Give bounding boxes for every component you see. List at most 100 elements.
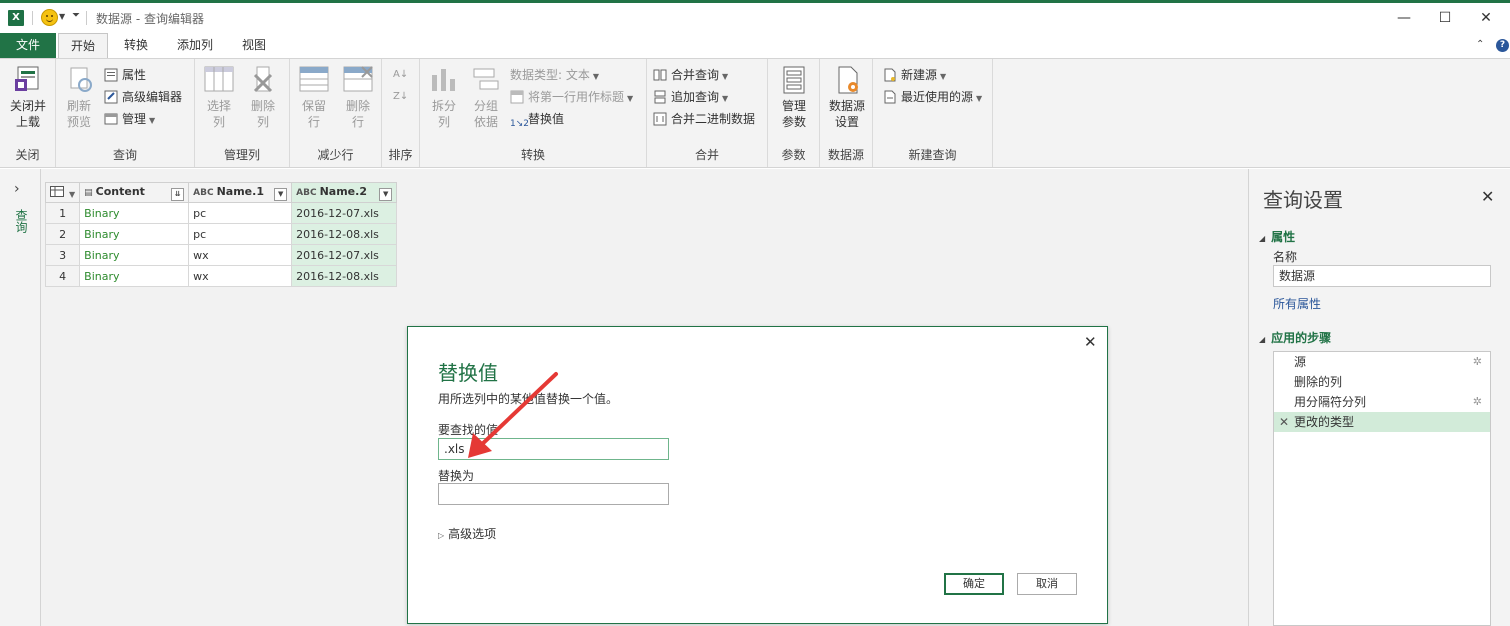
applied-steps-section-header[interactable]: 应用的步骤 — [1259, 329, 1331, 346]
dialog-description: 用所选列中的某他值替换一个值。 — [438, 392, 619, 406]
keep-rows-icon — [298, 65, 330, 95]
combine-binaries-button[interactable]: 合并二进制数据 — [653, 109, 755, 129]
advanced-options-toggle[interactable]: 高级选项 — [438, 525, 496, 542]
filter-dropdown-icon[interactable]: ▼ — [274, 187, 288, 201]
use-first-row-as-headers-button[interactable]: 将第一行用作标题 ▼ — [510, 87, 633, 107]
table-cell[interactable]: Binary — [79, 202, 190, 224]
recent-sources-button[interactable]: 最近使用的源 ▼ — [883, 87, 982, 107]
table-cell[interactable]: wx — [188, 244, 293, 266]
find-value-input[interactable]: .xls — [438, 438, 669, 460]
tab-view[interactable]: 视图 — [232, 33, 276, 58]
data-type-dropdown[interactable]: 数据类型: 文本 ▼ — [510, 65, 599, 85]
table-cell[interactable]: 2016-12-07.xls — [291, 244, 398, 266]
table-cell[interactable]: Binary — [79, 244, 190, 266]
gear-icon[interactable]: ✲ — [1473, 392, 1482, 412]
list-item[interactable]: 源 ✲ — [1274, 352, 1490, 372]
group-sort: A↓ Z↓ 排序 — [382, 59, 420, 167]
new-source-button[interactable]: 新建源 ▼ — [883, 65, 946, 85]
close-dialog-icon[interactable]: ✕ — [1084, 333, 1097, 351]
table-corner-menu[interactable]: ▼ — [44, 182, 81, 203]
column-header-content[interactable]: ▤ Content ⇊ — [79, 182, 190, 203]
smiley-dropdown-icon[interactable]: ▼ — [59, 12, 65, 21]
manage-parameters-button[interactable]: 管理 参数 — [772, 65, 816, 130]
expand-queries-icon[interactable]: › — [14, 181, 20, 197]
text-type-icon: ABC — [296, 187, 317, 198]
list-item[interactable]: ✕ 更改的类型 — [1274, 412, 1490, 432]
new-source-icon — [883, 68, 897, 82]
properties-section-header[interactable]: 属性 — [1259, 228, 1295, 245]
expand-binary-icon[interactable]: ⇊ — [171, 187, 185, 201]
group-by-button[interactable]: 分组 依据 — [466, 65, 506, 130]
close-window-button[interactable]: ✕ — [1466, 7, 1506, 29]
append-queries-button[interactable]: 追加查询 ▼ — [653, 87, 728, 107]
applied-steps-list: 源 ✲ 删除的列 用分隔符分列 ✲ ✕ 更改的类型 — [1273, 351, 1491, 626]
help-icon[interactable]: ? — [1496, 39, 1509, 52]
excel-logo-icon: X — [8, 10, 24, 26]
ok-button[interactable]: 确定 — [944, 573, 1004, 595]
column-header-name1[interactable]: ABC Name.1 ▼ — [188, 182, 293, 203]
text-type-icon: ABC — [193, 187, 214, 198]
tab-transform[interactable]: 转换 — [113, 33, 159, 58]
table-cell[interactable]: pc — [188, 223, 293, 245]
gear-icon[interactable]: ✲ — [1473, 352, 1482, 372]
group-query: 刷新 预览 属性 高级编辑器 管理 ▼ 查询 — [56, 59, 195, 167]
list-item[interactable]: 用分隔符分列 ✲ — [1274, 392, 1490, 412]
tab-home[interactable]: 开始 — [58, 33, 108, 59]
list-item[interactable]: 删除的列 — [1274, 372, 1490, 392]
remove-rows-button[interactable]: 删除 行 — [338, 65, 378, 130]
close-and-load-button[interactable]: 关闭并 上载 — [6, 65, 50, 130]
manage-button[interactable]: 管理 ▼ — [104, 109, 155, 129]
window-title: 数据源 - 查询编辑器 — [96, 12, 204, 26]
keep-rows-button[interactable]: 保留 行 — [294, 65, 334, 130]
sort-ascending-icon[interactable]: A↓ — [393, 65, 408, 85]
choose-columns-button[interactable]: 选择 列 — [199, 65, 239, 130]
table-cell[interactable]: 2016-12-07.xls — [291, 202, 398, 224]
queries-pane-label[interactable]: 查询 — [14, 209, 28, 233]
remove-columns-button[interactable]: 删除 列 — [243, 65, 283, 130]
group-by-label: 分组 依据 — [473, 99, 498, 129]
table-cell[interactable]: 2016-12-08.xls — [291, 265, 398, 287]
table-row[interactable]: 2 Binary pc 2016-12-08.xls — [44, 223, 398, 245]
first-row-header-icon — [510, 90, 524, 104]
replace-with-input[interactable] — [438, 483, 669, 505]
query-name-field[interactable]: 数据源 — [1273, 265, 1491, 287]
split-column-button[interactable]: 拆分 列 — [424, 65, 464, 130]
minimize-button[interactable]: — — [1384, 7, 1424, 29]
group-label-close: 关闭 — [15, 148, 40, 162]
table-row[interactable]: 4 Binary wx 2016-12-08.xls — [44, 265, 398, 287]
tab-add-column[interactable]: 添加列 — [166, 33, 224, 58]
merge-queries-button[interactable]: 合并查询 ▼ — [653, 65, 728, 85]
maximize-button[interactable]: ☐ — [1425, 7, 1465, 29]
smiley-feedback-icon[interactable] — [41, 9, 58, 26]
combine-binaries-icon — [653, 112, 667, 126]
properties-button[interactable]: 属性 — [104, 65, 146, 85]
collapse-ribbon-icon[interactable]: ⌃ — [1476, 39, 1484, 50]
customize-quick-access-icon[interactable]: ⏷ — [72, 10, 80, 21]
table-cell[interactable]: Binary — [79, 223, 190, 245]
table-cell[interactable]: wx — [188, 265, 293, 287]
step-label: 用分隔符分列 — [1294, 395, 1367, 409]
close-query-settings-icon[interactable]: ✕ — [1481, 187, 1494, 206]
cancel-button[interactable]: 取消 — [1017, 573, 1077, 595]
tab-file[interactable]: 文件 — [0, 33, 56, 58]
replace-values-button[interactable]: 1↘2替换值 — [510, 109, 564, 129]
sort-descending-icon[interactable]: Z↓ — [393, 87, 408, 107]
replace-values-icon: 1↘2 — [510, 119, 529, 129]
refresh-preview-button[interactable]: 刷新 预览 — [60, 65, 98, 130]
data-source-settings-icon — [831, 65, 863, 95]
table-cell[interactable]: 2016-12-08.xls — [291, 223, 398, 245]
table-cell[interactable]: pc — [188, 202, 293, 224]
all-properties-link[interactable]: 所有属性 — [1273, 295, 1321, 312]
group-transform: 拆分 列 分组 依据 数据类型: 文本 ▼ 将第一行用作标题 ▼ 1↘2替换值 转换 — [420, 59, 647, 167]
table-row[interactable]: 1 Binary pc 2016-12-07.xls — [44, 202, 398, 224]
table-cell[interactable]: Binary — [79, 265, 190, 287]
filter-dropdown-icon[interactable]: ▼ — [379, 187, 393, 201]
delete-step-icon[interactable]: ✕ — [1279, 412, 1289, 432]
column-header-name2[interactable]: ABC Name.2 ▼ — [291, 182, 398, 203]
table-row[interactable]: 3 Binary wx 2016-12-07.xls — [44, 244, 398, 266]
data-source-settings-button[interactable]: 数据源 设置 — [824, 65, 870, 130]
combine-binaries-label: 合并二进制数据 — [671, 112, 756, 126]
advanced-editor-button[interactable]: 高级编辑器 — [104, 87, 182, 107]
group-label-parameters: 参数 — [781, 148, 806, 162]
append-queries-icon — [653, 90, 667, 104]
